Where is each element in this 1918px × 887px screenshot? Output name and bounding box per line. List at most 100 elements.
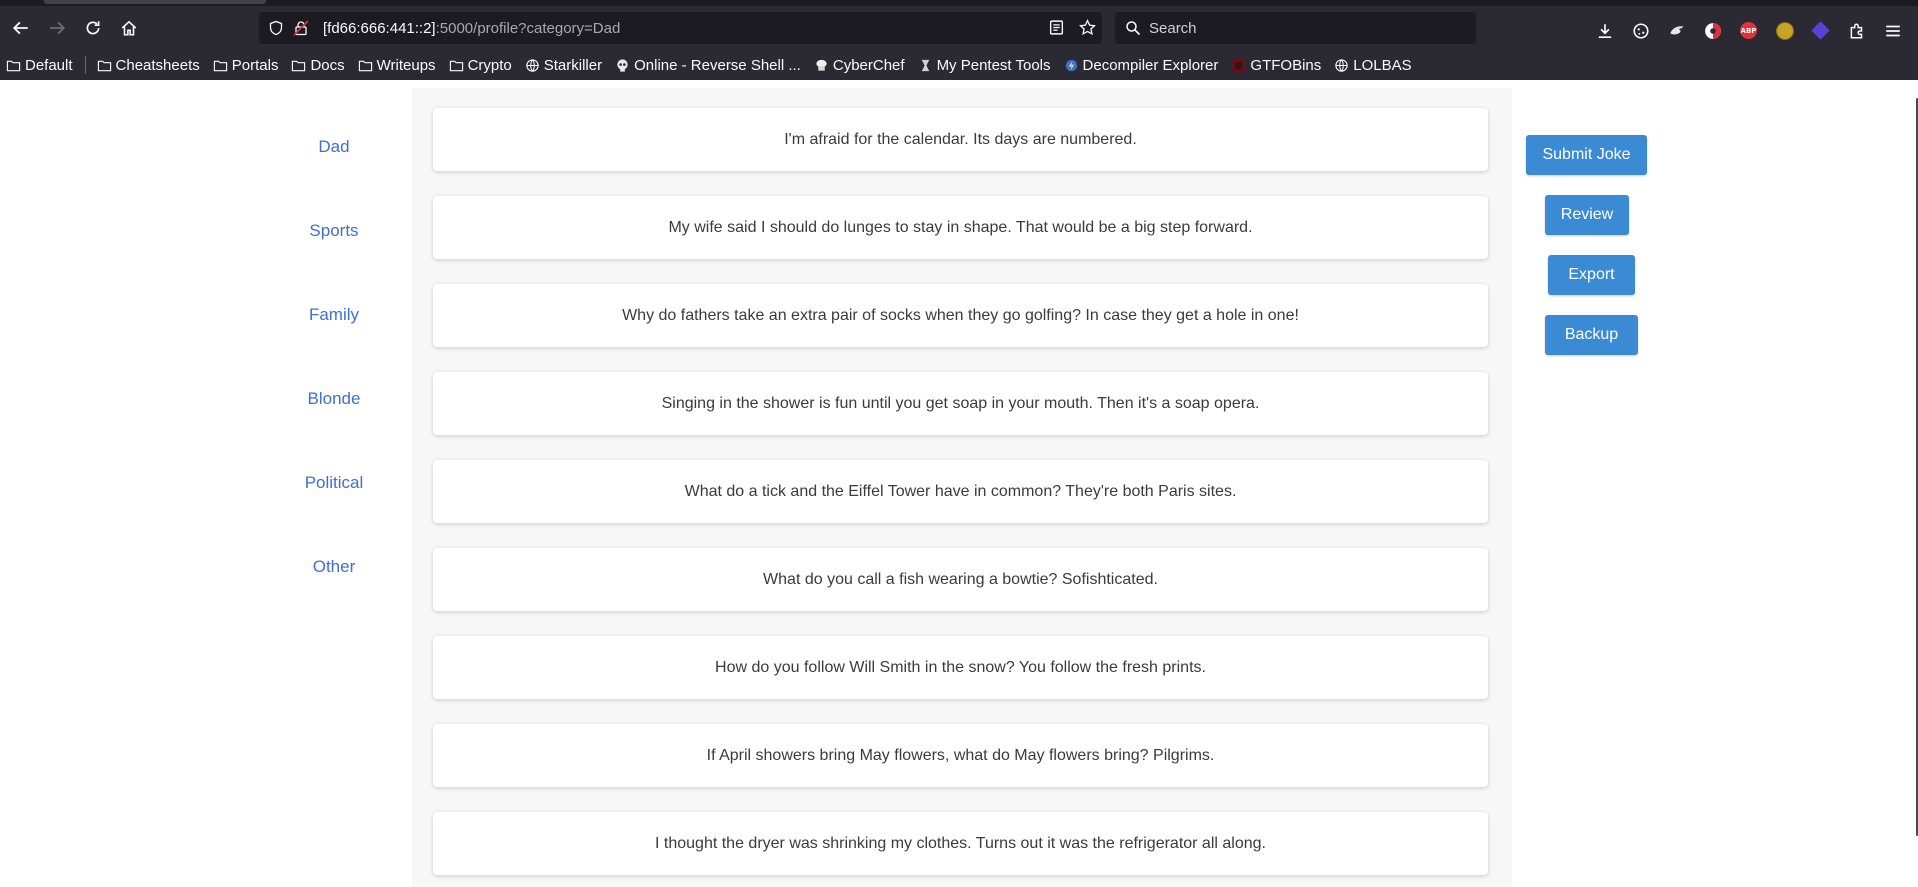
joke-text: If April showers bring May flowers, what… bbox=[706, 746, 1215, 764]
bookmark-label: LOLBAS bbox=[1353, 56, 1412, 74]
url-host: [fd66:666:441::2] bbox=[323, 19, 436, 37]
bookmark-label: Starkiller bbox=[543, 56, 603, 74]
bookmark-my-pentest-tools[interactable]: My Pentest Tools bbox=[912, 52, 1057, 78]
bookmark-label: My Pentest Tools bbox=[936, 56, 1051, 74]
bookmark-writeups[interactable]: Writeups bbox=[352, 52, 442, 78]
joke-card: I'm afraid for the calendar. Its days ar… bbox=[433, 108, 1488, 171]
folder-icon bbox=[213, 60, 227, 71]
joke-card: Singing in the shower is fun until you g… bbox=[433, 372, 1488, 435]
forward-button[interactable] bbox=[43, 14, 71, 42]
category-link-blonde[interactable]: Blonde bbox=[234, 389, 434, 409]
bookmark-label: Decompiler Explorer bbox=[1082, 56, 1219, 74]
dogbolt-icon bbox=[1065, 59, 1077, 71]
url-text[interactable]: [fd66:666:441::2]:5000/profile?category=… bbox=[323, 20, 620, 37]
back-button[interactable] bbox=[7, 14, 35, 42]
joke-text: Why do fathers take an extra pair of soc… bbox=[622, 306, 1299, 324]
hamburger-menu-icon bbox=[1885, 25, 1900, 36]
category-link-sports[interactable]: Sports bbox=[234, 221, 434, 241]
joke-card: I thought the dryer was shrinking my clo… bbox=[433, 812, 1488, 875]
puzzle-icon bbox=[1850, 23, 1862, 38]
nav-toolbar: [fd66:666:441::2]:5000/profile?category=… bbox=[0, 6, 1918, 50]
category-link-family[interactable]: Family bbox=[234, 305, 434, 325]
bookmark-default[interactable]: Default bbox=[0, 52, 79, 78]
bookmark-decompiler-explorer[interactable]: Decompiler Explorer bbox=[1058, 52, 1225, 78]
diamond-icon bbox=[1811, 21, 1830, 40]
category-link-other[interactable]: Other bbox=[234, 557, 434, 577]
review-button[interactable]: Review bbox=[1545, 195, 1629, 235]
wappalyzer-icon bbox=[1704, 22, 1721, 39]
search-bar[interactable]: Search bbox=[1115, 12, 1476, 44]
globe-icon bbox=[526, 58, 539, 72]
joke-text: I thought the dryer was shrinking my clo… bbox=[655, 834, 1266, 852]
joke-card: My wife said I should do lunges to stay … bbox=[433, 196, 1488, 259]
joke-text: How do you follow Will Smith in the snow… bbox=[715, 658, 1206, 676]
folder-icon bbox=[449, 60, 463, 71]
chef-icon bbox=[816, 59, 827, 71]
export-button[interactable]: Export bbox=[1548, 255, 1635, 295]
joke-text: What do you call a fish wearing a bowtie… bbox=[763, 570, 1158, 588]
folder-icon bbox=[6, 60, 21, 71]
browser-chrome: [fd66:666:441::2]:5000/profile?category=… bbox=[0, 0, 1918, 80]
download-icon bbox=[1598, 23, 1611, 38]
bookmark-lolbas[interactable]: LOLBAS bbox=[1328, 52, 1417, 78]
downloads-button[interactable] bbox=[1594, 20, 1615, 41]
bookmark-crypto[interactable]: Crypto bbox=[443, 52, 518, 78]
folder-icon bbox=[292, 60, 306, 71]
bookmark-starkiller[interactable]: Starkiller bbox=[519, 52, 608, 78]
active-tab[interactable] bbox=[44, 0, 266, 4]
category-link-dad[interactable]: Dad bbox=[234, 137, 434, 157]
bookmarks-toolbar: Default Cheatsheets Portals Docs Writeups Cry… bbox=[0, 51, 1918, 79]
joke-text: My wife said I should do lunges to stay … bbox=[668, 218, 1253, 236]
joke-text: I'm afraid for the calendar. Its days ar… bbox=[784, 130, 1137, 148]
bookmark-label: Portals bbox=[231, 56, 279, 74]
shield-icon[interactable] bbox=[268, 20, 284, 36]
extensions-button[interactable] bbox=[1846, 20, 1867, 41]
foxyproxy-extension[interactable] bbox=[1666, 20, 1687, 41]
adblock-plus-extension[interactable]: ABP bbox=[1738, 20, 1759, 41]
category-link-political[interactable]: Political bbox=[234, 473, 434, 493]
bookmark-label: GTFOBins bbox=[1250, 56, 1322, 74]
abp-icon: ABP bbox=[1740, 22, 1757, 39]
address-bar[interactable]: [fd66:666:441::2]:5000/profile?category=… bbox=[259, 12, 1102, 44]
bookmark-label: Writeups bbox=[376, 56, 436, 74]
url-path: :5000/profile?category=Dad bbox=[435, 19, 621, 37]
home-icon bbox=[121, 20, 137, 36]
wappalyzer-extension[interactable] bbox=[1702, 20, 1723, 41]
submit-joke-button[interactable]: Submit Joke bbox=[1526, 135, 1647, 175]
cookie-icon bbox=[1632, 22, 1649, 39]
backup-button[interactable]: Backup bbox=[1545, 315, 1638, 355]
toolbar-extensions: ABP bbox=[1594, 20, 1903, 41]
bookmark-separator bbox=[84, 56, 86, 74]
home-button[interactable] bbox=[115, 14, 143, 42]
reload-icon bbox=[86, 21, 100, 35]
bookmark-label: Online - Reverse Shell ... bbox=[634, 56, 801, 74]
joke-card: Why do fathers take an extra pair of soc… bbox=[433, 284, 1488, 347]
insecure-lock-icon[interactable] bbox=[293, 20, 309, 36]
reader-view-icon[interactable] bbox=[1048, 19, 1065, 36]
gtfobins-icon bbox=[1233, 59, 1245, 71]
bookmark-gtfobins[interactable]: GTFOBins bbox=[1225, 52, 1327, 78]
app-menu-button[interactable] bbox=[1882, 20, 1903, 41]
bookmark-docs[interactable]: Docs bbox=[285, 52, 350, 78]
bookmark-cheatsheets[interactable]: Cheatsheets bbox=[91, 52, 206, 78]
joke-card: If April showers bring May flowers, what… bbox=[433, 724, 1488, 787]
bookmark-online-reverse-shell[interactable]: Online - Reverse Shell ... bbox=[609, 52, 807, 78]
cookie-extension[interactable] bbox=[1630, 20, 1651, 41]
joke-text: Singing in the shower is fun until you g… bbox=[661, 394, 1260, 412]
bookmark-label: Crypto bbox=[467, 56, 512, 74]
joke-text: What do a tick and the Eiffel Tower have… bbox=[684, 482, 1237, 500]
tools-icon bbox=[921, 59, 929, 71]
reload-button[interactable] bbox=[79, 14, 107, 42]
bookmark-cyberchef[interactable]: CyberChef bbox=[808, 52, 911, 78]
purple-extension[interactable] bbox=[1810, 20, 1831, 41]
search-icon bbox=[1126, 21, 1141, 36]
yellow-extension[interactable] bbox=[1774, 20, 1795, 41]
joke-card: How do you follow Will Smith in the snow… bbox=[433, 636, 1488, 699]
page-content: Dad Sports Family Blonde Political Other I'm … bbox=[0, 80, 1918, 887]
search-placeholder: Search bbox=[1149, 19, 1197, 37]
bookmark-star-icon[interactable] bbox=[1079, 19, 1096, 36]
globe-icon bbox=[1335, 58, 1348, 72]
bookmark-label: CyberChef bbox=[832, 56, 905, 74]
skull-icon bbox=[617, 58, 628, 72]
bookmark-portals[interactable]: Portals bbox=[207, 52, 285, 78]
